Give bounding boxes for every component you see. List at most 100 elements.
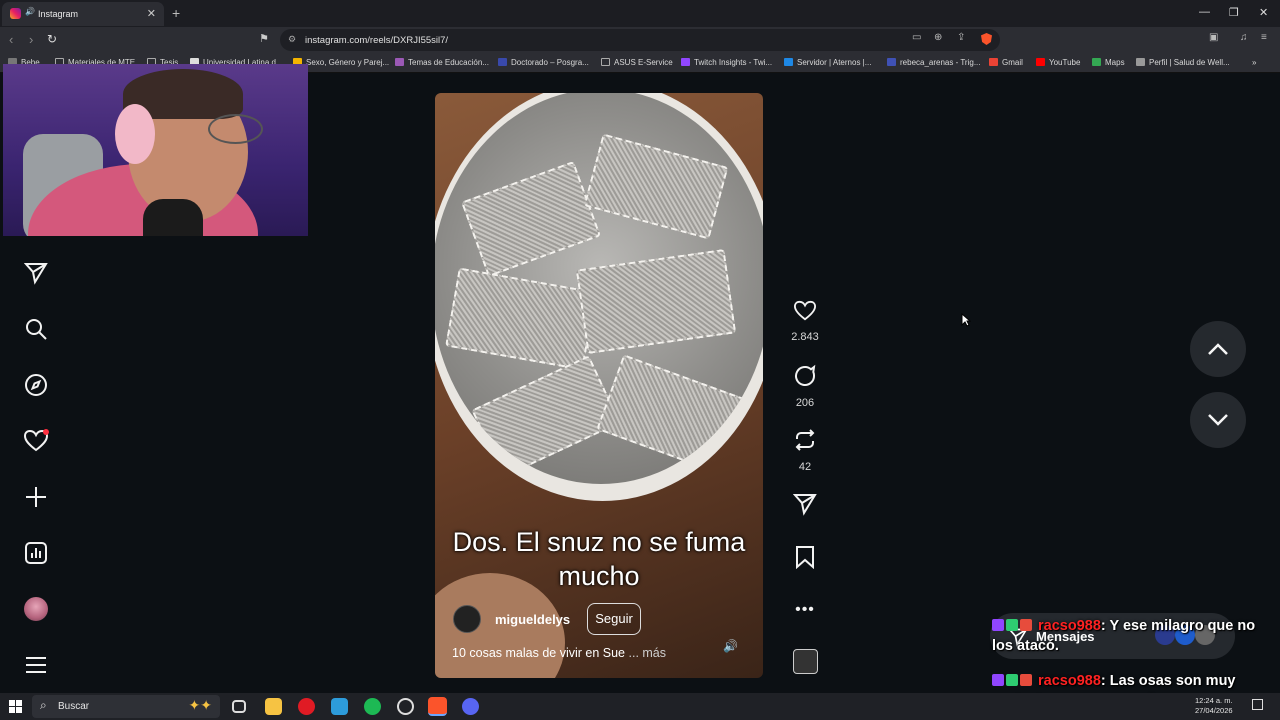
site-icon (887, 58, 896, 66)
maps-icon (1092, 58, 1101, 66)
site-icon (498, 58, 507, 66)
taskbar: ⌕ Buscar ✦✦ 12:24 a. m. 27/04/2026 (0, 693, 1280, 720)
comment-button[interactable]: 206 (785, 364, 825, 409)
bookmark-item[interactable]: rebeca_arenas - Trig... (887, 58, 980, 67)
copilot-sparkle-icon: ✦✦ (188, 697, 212, 713)
minimize-button[interactable]: — (1199, 6, 1210, 18)
bookmark-item[interactable]: YouTube (1036, 58, 1080, 67)
chat-username: racso988 (1038, 618, 1101, 634)
app-icon[interactable] (331, 698, 348, 715)
share-icon[interactable]: ⇪ (957, 32, 965, 43)
site-info-icon[interactable]: ⚙ (288, 34, 296, 45)
audio-playing-icon[interactable]: 🔊 (25, 7, 35, 16)
back-icon[interactable]: ‹ (9, 32, 13, 47)
snus-pouch (460, 160, 602, 278)
repost-button[interactable]: 42 (785, 428, 825, 473)
task-view-icon[interactable] (232, 700, 246, 713)
heart-icon (785, 300, 825, 327)
browser-menu-icon[interactable]: ≡ (1261, 32, 1267, 43)
sub-badge-icon (992, 674, 1004, 686)
snus-pouch (596, 354, 746, 474)
search-icon[interactable] (22, 315, 50, 343)
author-avatar[interactable] (453, 605, 481, 633)
discord-icon[interactable] (462, 698, 479, 715)
audio-thumbnail[interactable] (793, 649, 818, 674)
obs-icon[interactable] (397, 698, 414, 715)
brave-browser-icon[interactable] (428, 697, 447, 716)
youtube-icon (1036, 58, 1045, 66)
chart-icon (681, 58, 690, 66)
restore-button[interactable]: ❐ (1229, 6, 1239, 19)
reel-caption: Dos. El snuz no se fuma mucho (452, 527, 746, 591)
tab-title: Instagram (38, 9, 79, 19)
menu-icon[interactable] (22, 651, 50, 679)
chat-message: racso988: Y ese milagro que no los atacó… (992, 616, 1274, 656)
bookmark-item[interactable]: Maps (1092, 58, 1125, 67)
messages-icon[interactable] (22, 259, 50, 287)
dashboard-icon[interactable] (22, 539, 50, 567)
author-name[interactable]: migueldelys (495, 612, 570, 627)
x-badge-icon (1020, 619, 1032, 631)
webcam-overlay (3, 64, 308, 236)
explore-icon[interactable] (22, 371, 50, 399)
more-link[interactable]: ... más (629, 646, 667, 660)
bookmark-item[interactable]: Perfil | Salud de Well... (1136, 58, 1230, 67)
bookmark-icon[interactable]: ⚑ (259, 32, 269, 45)
reel-description[interactable]: 10 cosas malas de vivir en Sue ... más (452, 646, 666, 660)
tab-instagram[interactable]: 🔊 Instagram ✕ (2, 2, 164, 26)
bookmark-item[interactable]: Temas de Educación... (395, 58, 489, 67)
follow-button[interactable]: Seguir (587, 603, 641, 635)
browser-toolbar: ‹ › ↻ ⚑ ⚙ instagram.com/reels/DXRJI55sil… (0, 27, 1280, 53)
chevron-up-icon (1208, 343, 1228, 355)
site-icon (395, 58, 404, 66)
reload-icon[interactable]: ↻ (47, 32, 57, 46)
system-clock[interactable]: 12:24 a. m. 27/04/2026 (1195, 696, 1233, 716)
bookmark-item[interactable]: ASUS E-Service (601, 58, 673, 67)
taskbar-search[interactable]: ⌕ Buscar ✦✦ (32, 695, 220, 718)
profile-avatar[interactable] (22, 595, 50, 623)
more-bookmarks-icon[interactable]: » (1252, 58, 1256, 67)
spotify-icon[interactable] (364, 698, 381, 715)
reel-video[interactable]: Dos. El snuz no se fuma mucho migueldely… (435, 93, 763, 678)
bookmark-item[interactable]: Doctorado – Posgra... (498, 58, 589, 67)
windows-start-icon[interactable] (9, 700, 22, 713)
like-button[interactable]: 2.843 (785, 300, 825, 343)
chat-username: racso988 (1038, 673, 1101, 689)
comment-icon (785, 364, 825, 393)
more-options-button[interactable]: ••• (785, 598, 825, 622)
folder-icon (601, 58, 610, 66)
site-icon (1136, 58, 1145, 66)
create-icon[interactable] (22, 483, 50, 511)
check-badge-icon (1006, 674, 1018, 686)
volume-icon[interactable]: 🔊 (723, 639, 738, 653)
forward-icon[interactable]: › (29, 32, 33, 47)
search-icon: ⌕ (40, 698, 47, 712)
snus-pouch (575, 248, 737, 355)
notifications-icon[interactable] (22, 427, 50, 455)
comment-count: 206 (795, 397, 815, 409)
app-icon[interactable] (298, 698, 315, 715)
previous-reel-button[interactable] (1190, 321, 1246, 377)
media-icon[interactable]: ♫ (1240, 32, 1248, 43)
zoom-icon[interactable]: ⊕ (934, 32, 942, 43)
sidebar-toggle-icon[interactable]: ▣ (1209, 32, 1218, 43)
search-placeholder: Buscar (58, 701, 90, 712)
new-tab-button[interactable]: + (172, 5, 180, 21)
clock-time: 12:24 a. m. (1195, 696, 1233, 705)
close-window-button[interactable]: ✕ (1259, 6, 1268, 19)
cast-icon[interactable]: ▭ (912, 32, 921, 43)
repost-icon (785, 428, 825, 457)
snus-pouch (583, 133, 729, 240)
bookmark-item[interactable]: Servidor | Aternos |... (784, 58, 871, 67)
notification-center-icon[interactable] (1252, 699, 1263, 710)
bookmark-item[interactable]: Twitch Insights - Twi... (681, 58, 772, 67)
file-explorer-icon[interactable] (265, 698, 282, 715)
microphone (143, 199, 203, 236)
next-reel-button[interactable] (1190, 392, 1246, 448)
bookmark-item[interactable]: Gmail (989, 58, 1023, 67)
share-button[interactable] (785, 492, 825, 521)
address-bar[interactable]: ⚙ instagram.com/reels/DXRJI55sil7/ (280, 29, 1000, 51)
tab-close-icon[interactable]: ✕ (147, 7, 156, 20)
snus-tin (435, 93, 763, 501)
save-button[interactable] (785, 545, 825, 574)
